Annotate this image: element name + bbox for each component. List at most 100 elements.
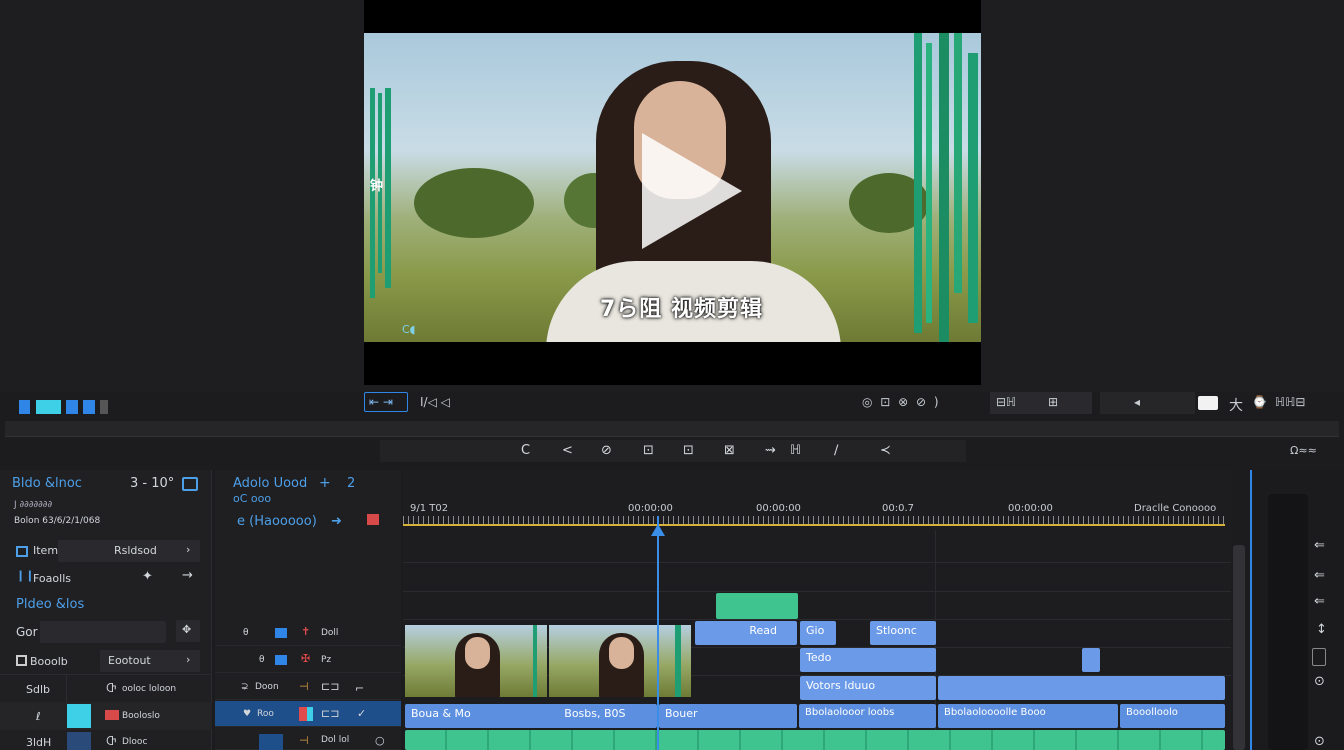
- clip-audio-e[interactable]: Bbolaoloooolle Booo: [938, 704, 1118, 728]
- zoom-left-icon[interactable]: ◂: [1134, 395, 1140, 409]
- collapse-icon[interactable]: ⇐: [1314, 568, 1325, 583]
- color-swatch[interactable]: [19, 400, 30, 414]
- view-icons[interactable]: ◎ ⊡ ⊗ ⊘ ): [862, 395, 941, 409]
- back-tool-icon[interactable]: <: [562, 443, 573, 458]
- time-ruler[interactable]: [403, 516, 1225, 524]
- line-tool-icon[interactable]: ∕: [834, 443, 838, 458]
- row3-dropdown[interactable]: Eootout ›: [100, 650, 200, 672]
- track-color: [275, 628, 287, 638]
- record-icon[interactable]: [367, 514, 379, 525]
- split-button[interactable]: ⇤ ⇥: [364, 392, 408, 412]
- playhead-handle[interactable]: [651, 524, 665, 536]
- speed-tool-icon[interactable]: ⇝: [765, 443, 776, 458]
- color-swatch[interactable]: [67, 704, 91, 728]
- freeze-tool-icon[interactable]: ⊡: [643, 443, 654, 458]
- trim-icon[interactable]: ⊏⊐: [321, 707, 339, 720]
- collapse-icon[interactable]: ⇐: [1314, 594, 1325, 609]
- trim-button[interactable]: I/◁ ◁: [420, 395, 450, 409]
- track-row-selected[interactable]: ♥ Roo ⊏⊐ ✓: [215, 701, 401, 727]
- zoom-field[interactable]: ◂: [1100, 392, 1195, 414]
- collapse-icon[interactable]: ⇐: [1314, 538, 1325, 553]
- clip-audio-c[interactable]: Bouer: [659, 704, 797, 728]
- arrow-icon: ➜: [331, 514, 342, 529]
- play-icon[interactable]: [642, 133, 742, 249]
- clip-long[interactable]: [938, 676, 1225, 700]
- panel-divider: [1250, 470, 1252, 750]
- video-clip-thumb[interactable]: [549, 625, 691, 697]
- clip-gio[interactable]: Gio: [800, 621, 836, 645]
- settings-icon[interactable]: ⊙: [1314, 734, 1325, 749]
- color-swatch[interactable]: [67, 732, 91, 750]
- phone-icon[interactable]: [1312, 648, 1326, 666]
- tree: [414, 168, 534, 238]
- delete-tool-icon[interactable]: ⊠: [724, 443, 735, 458]
- clip-tedo[interactable]: Tedo: [800, 648, 936, 672]
- clip-votors[interactable]: Votors Iduuo: [800, 676, 936, 700]
- item-dropdown[interactable]: Rsldsod ›: [58, 540, 200, 562]
- text-tool-icon[interactable]: 大: [1229, 395, 1243, 415]
- timer-icon[interactable]: ⌚: [1252, 395, 1267, 409]
- row4[interactable]: Sdlb Ⴇ ooloc loloon: [0, 674, 212, 703]
- track-row[interactable]: θ ✝ Doll: [215, 620, 401, 646]
- video-preview[interactable]: 7ら阻 视频剪辑 钟 C◖: [364, 33, 981, 342]
- trim-icon[interactable]: ⊏⊐: [321, 680, 339, 693]
- clip-stloonc[interactable]: Stloonc: [870, 621, 936, 645]
- arrow-right-icon[interactable]: →: [182, 568, 193, 583]
- color-swatch[interactable]: [36, 400, 61, 414]
- track-row[interactable]: θ ✠ Pz: [215, 647, 401, 673]
- timeline-scrollbar[interactable]: [1233, 545, 1245, 750]
- crop-tool-icon[interactable]: C: [521, 443, 530, 458]
- resize-tool-icon[interactable]: ⊡: [683, 443, 694, 458]
- curve-tool-icon[interactable]: ≺: [880, 443, 891, 458]
- resize-icon[interactable]: ↕: [1316, 622, 1327, 637]
- panel-sub: Bolon 63/6/2/1/068: [14, 516, 101, 526]
- track-row[interactable]: ⊋ Doon ⊣ ⊏⊐ ⌐: [215, 674, 401, 700]
- color-swatch[interactable]: [66, 400, 78, 414]
- row6[interactable]: 3ldH Ⴇ Dlooc: [0, 730, 212, 750]
- thumb-face: [465, 637, 490, 669]
- add-track-button[interactable]: +: [319, 475, 331, 491]
- clip-audio-a[interactable]: Boua & Mo Bosbs, B0S: [405, 704, 657, 728]
- track-header-panel: Adolo Uood oC ooo + 2 e (Haooooo) ➜ θ ✝ …: [215, 470, 401, 750]
- view-mode-button[interactable]: ⊟ℍ: [990, 392, 1040, 414]
- audio-waveform-clip[interactable]: [405, 730, 1225, 750]
- clip-audio-f[interactable]: Booolloolo: [1120, 704, 1225, 728]
- clip-small[interactable]: [1082, 648, 1100, 672]
- fx-icon[interactable]: ✠: [301, 652, 310, 665]
- track-row[interactable]: ⊣ Dol lol ○: [215, 728, 401, 750]
- clip-read[interactable]: Read: [695, 621, 797, 645]
- check-icon[interactable]: ✓: [357, 707, 366, 720]
- row3-value: Eootout: [108, 654, 151, 667]
- row4-value: ooloc loloon: [122, 684, 177, 694]
- target-icon[interactable]: ⊙: [1314, 674, 1325, 689]
- field-input[interactable]: [40, 621, 166, 643]
- lock-icon[interactable]: θ: [243, 628, 249, 638]
- marker-cyan: [307, 707, 313, 721]
- title-clip[interactable]: [716, 593, 798, 619]
- eye-icon[interactable]: ⊋: [241, 682, 249, 692]
- color-swatch[interactable]: [100, 400, 108, 414]
- color-swatch[interactable]: [83, 400, 95, 414]
- audio-tool-icon[interactable]: ℍ: [790, 443, 801, 458]
- lock-icon[interactable]: θ: [259, 655, 265, 665]
- preview-ruler[interactable]: [5, 421, 1339, 437]
- mask-tool-icon[interactable]: ⊘: [601, 443, 612, 458]
- tag-icon[interactable]: [1198, 396, 1218, 410]
- glitch-bar: [968, 53, 978, 323]
- marker-red: [299, 707, 307, 721]
- pin-icon[interactable]: ✦: [142, 569, 153, 584]
- field-label: Gor: [16, 625, 38, 639]
- track-divider: [403, 562, 1231, 563]
- settings-button[interactable]: ✥: [176, 620, 200, 642]
- circle-icon[interactable]: ○: [375, 734, 385, 747]
- row5[interactable]: ℓ Booloslo: [0, 702, 212, 730]
- eye-icon[interactable]: ♥: [243, 709, 251, 719]
- expand-icon[interactable]: [182, 477, 198, 491]
- grid-button[interactable]: ⊞: [1040, 392, 1092, 414]
- pin-icon[interactable]: ✝: [301, 625, 310, 638]
- playhead[interactable]: [657, 516, 659, 750]
- video-clip-thumb[interactable]: [405, 625, 547, 697]
- curve-icon[interactable]: ⌐: [355, 682, 364, 695]
- clip-audio-d[interactable]: Bbolaolooor loobs: [799, 704, 936, 728]
- layout-icon[interactable]: ℍℍ⊟: [1275, 395, 1305, 409]
